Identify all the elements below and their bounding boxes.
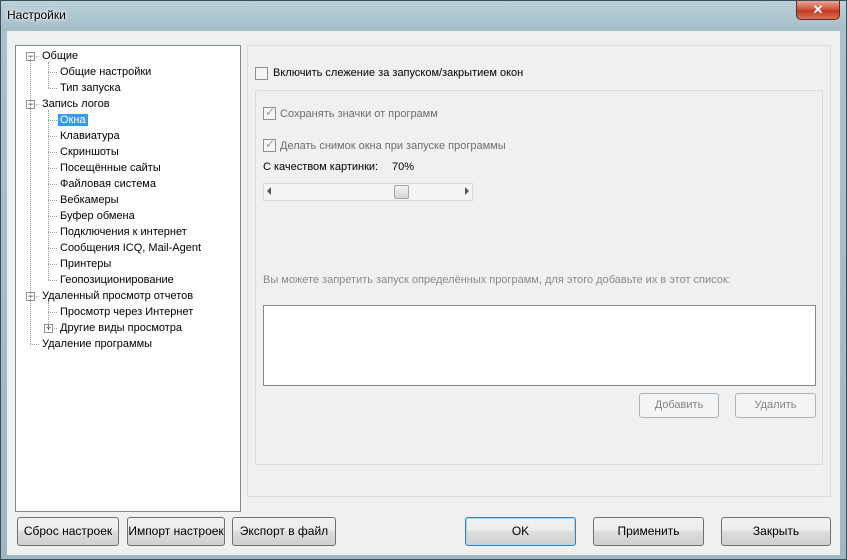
save-icons-checkbox[interactable] (263, 105, 276, 120)
slider-left-arrow-icon[interactable] (267, 187, 271, 195)
tree-item[interactable]: Сообщения ICQ, Mail-Agent (58, 240, 203, 256)
tree-item-label: Файловая система (60, 178, 156, 190)
tree-connector (48, 110, 49, 280)
tree-item[interactable]: Буфер обмена (58, 208, 137, 224)
tree-item[interactable]: Просмотр через Интернет (58, 304, 195, 320)
slider-right-arrow-icon[interactable] (465, 187, 469, 195)
tree-item-label: Тип запуска (60, 82, 121, 94)
quality-slider[interactable] (263, 183, 473, 201)
blocked-programs-list[interactable] (263, 305, 816, 386)
tree-item-label: Клавиатура (60, 130, 120, 142)
tree-connector (48, 248, 57, 249)
settings-tree[interactable]: Общие − Общие настройки Тип запуска Запись л… (15, 45, 241, 512)
tree-item-label: Вебкамеры (60, 194, 119, 206)
tree-item-label: Общие настройки (60, 66, 152, 78)
tree-connector (30, 56, 31, 344)
tree-connector (48, 302, 49, 328)
remove-program-button[interactable]: Удалить (735, 393, 816, 418)
tree-connector (48, 200, 57, 201)
snapshot-checkbox[interactable] (263, 137, 276, 152)
tree-item-label: Окна (58, 114, 88, 126)
tree-connector (48, 72, 57, 73)
tree-item[interactable]: Подключения к интернет (58, 224, 189, 240)
tree-item-label: Геопозиционирование (60, 274, 174, 286)
tree-connector (48, 280, 57, 281)
tree-connector (48, 216, 57, 217)
tree-item[interactable]: Запись логов (40, 96, 112, 112)
tree-item-label: Посещённые сайты (60, 162, 161, 174)
tree-item-label: Общие (42, 50, 79, 62)
tree-item[interactable]: Удаленный просмотр отчетов (40, 288, 195, 304)
enable-tracking-checkbox[interactable] (255, 67, 268, 80)
tree-item-label: Другие виды просмотра (60, 322, 183, 334)
close-window-button[interactable]: ✕ (796, 1, 840, 20)
tree-item[interactable]: Другие виды просмотра (58, 320, 184, 336)
tree-item[interactable]: Геопозиционирование (58, 272, 176, 288)
import-settings-button[interactable]: Импорт настроек (127, 517, 225, 546)
tree-connector (48, 312, 57, 313)
slider-thumb[interactable] (394, 185, 409, 199)
export-settings-button[interactable]: Экспорт в файл (232, 517, 336, 546)
enable-tracking-label[interactable]: Включить слежение за запуском/закрытием … (273, 67, 523, 79)
tree-item-label: Принтеры (60, 258, 112, 270)
quality-label: С качеством картинки: (263, 161, 379, 173)
tree-item-label: Просмотр через Интернет (60, 306, 194, 318)
tree-item[interactable]: Удаление программы (40, 336, 154, 352)
tree-item[interactable]: Вебкамеры (58, 192, 121, 208)
tree-connector (48, 168, 57, 169)
tree-item[interactable]: Скриншоты (58, 144, 121, 160)
tree-connector (48, 136, 57, 137)
settings-window: Настройки ✕ Общие − Общие настройки Тип зап… (0, 0, 847, 560)
tree-item[interactable]: Принтеры (58, 256, 113, 272)
tree-item[interactable]: Тип запуска (58, 80, 123, 96)
tree-item-label: Буфер обмена (60, 210, 135, 222)
tree-connector (48, 264, 57, 265)
tree-item[interactable]: Файловая система (58, 176, 158, 192)
add-program-button[interactable]: Добавить (639, 393, 719, 418)
tree-item-label: Удаленный просмотр отчетов (42, 290, 194, 302)
tree-connector (48, 120, 57, 121)
snapshot-label[interactable]: Делать снимок окна при запуске программы (280, 140, 506, 152)
tree-item[interactable]: Общие настройки (58, 64, 153, 80)
tree-item[interactable]: Посещённые сайты (58, 160, 163, 176)
tree-item-label: Подключения к интернет (60, 226, 187, 238)
tree-connector (48, 62, 49, 88)
window-title: Настройки (7, 8, 66, 22)
tree-connector (48, 152, 57, 153)
title-bar[interactable]: Настройки ✕ (1, 1, 846, 31)
tree-item-label: Удаление программы (42, 338, 153, 350)
tree-item-label: Запись логов (42, 98, 110, 110)
tree-item[interactable]: Клавиатура (58, 128, 122, 144)
tree-item-label: Скриншоты (60, 146, 119, 158)
tree-connector (48, 232, 57, 233)
tree-item[interactable]: Окна (58, 112, 88, 128)
close-button[interactable]: Закрыть (721, 517, 831, 546)
tree-item[interactable]: Общие (40, 48, 80, 64)
reset-settings-button[interactable]: Сброс настроек (17, 517, 119, 546)
block-programs-info: Вы можете запретить запуск определённых … (263, 274, 731, 286)
tree-item-label: Сообщения ICQ, Mail-Agent (60, 242, 202, 254)
save-icons-label[interactable]: Сохранять значки от программ (280, 108, 438, 120)
tree-connector (30, 344, 39, 345)
tree-connector (48, 88, 57, 89)
apply-button[interactable]: Применить (593, 517, 704, 546)
window-client-area: Общие − Общие настройки Тип запуска Запись л… (7, 31, 840, 555)
ok-button[interactable]: OK (465, 517, 576, 546)
quality-value: 70% (392, 161, 415, 173)
tree-connector (48, 184, 57, 185)
